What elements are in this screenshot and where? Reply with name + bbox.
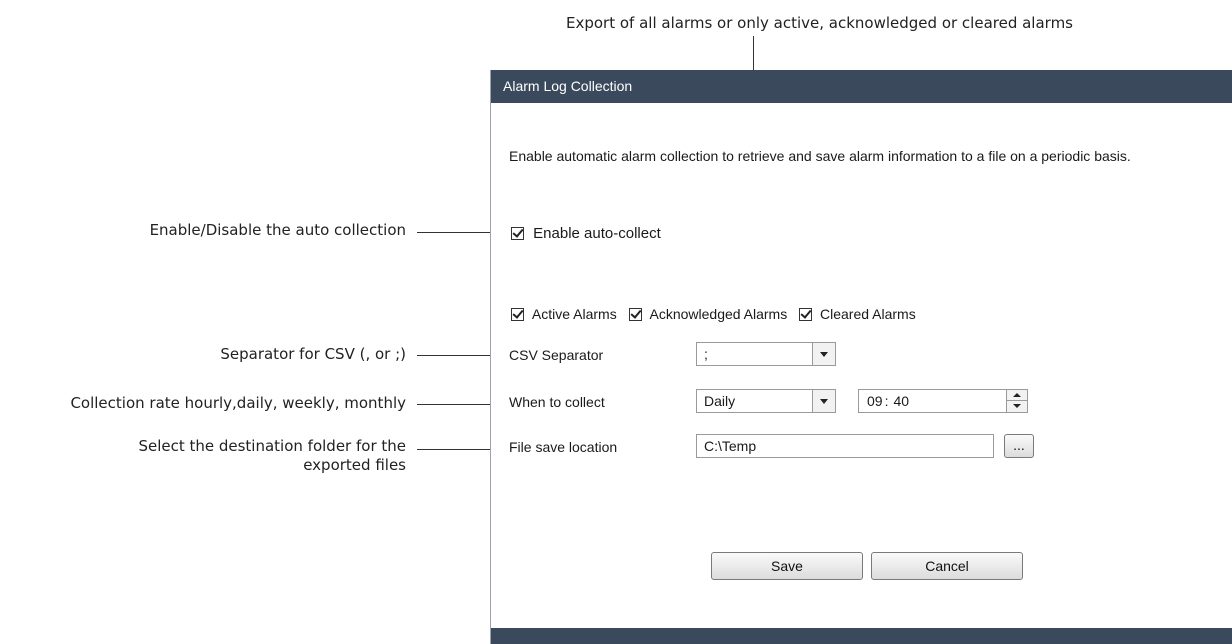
spin-up-icon[interactable] [1007,390,1027,401]
callout-destination-line1: Select the destination folder for the [138,437,406,455]
file-save-location-input[interactable]: C:\Temp [696,434,994,458]
csv-separator-select[interactable]: ; [696,342,836,366]
chevron-down-icon[interactable] [812,390,835,412]
when-to-collect-value: Daily [704,393,736,409]
csv-separator-label: CSV Separator [509,347,604,363]
browse-button[interactable]: ... [1004,434,1034,458]
filter-cleared-alarms[interactable]: Cleared Alarms [799,306,916,322]
time-separator: : [884,393,889,409]
panel-description: Enable automatic alarm collection to ret… [509,148,1131,164]
collect-time-input[interactable]: 09:40 [858,389,1028,413]
alarm-log-collection-panel: Alarm Log Collection Enable automatic al… [490,70,1232,644]
filter-acknowledged-alarms[interactable]: Acknowledged Alarms [628,306,792,322]
callout-export-filter: Export of all alarms or only active, ack… [566,14,1073,32]
callout-destination-line2: exported files [303,456,406,474]
checkbox-checked-icon[interactable] [628,308,642,321]
time-hour: 09 [867,393,883,409]
filter-acknowledged-label: Acknowledged Alarms [649,306,788,322]
panel-title: Alarm Log Collection [491,70,1232,103]
spin-down-icon[interactable] [1007,401,1027,412]
cancel-button[interactable]: Cancel [871,552,1023,580]
enable-auto-collect-label: Enable auto-collect [533,225,661,242]
alarm-filter-row: Active Alarms Acknowledged Alarms Cleare… [511,306,916,322]
checkbox-checked-icon[interactable] [511,227,524,240]
when-to-collect-select[interactable]: Daily [696,389,836,413]
callout-enable-toggle: Enable/Disable the auto collection [149,221,406,239]
time-spinner[interactable] [1006,390,1027,412]
filter-active-label: Active Alarms [531,306,617,322]
csv-separator-value: ; [704,346,708,362]
filter-cleared-label: Cleared Alarms [820,306,916,322]
callout-destination: Select the destination folder for the ex… [40,437,406,475]
when-to-collect-label: When to collect [509,394,605,410]
chevron-down-icon[interactable] [812,343,835,365]
time-minute: 40 [893,393,910,409]
panel-footer-bar [491,628,1232,644]
callout-rate: Collection rate hourly,daily, weekly, mo… [70,394,406,412]
save-button[interactable]: Save [711,552,863,580]
checkbox-checked-icon[interactable] [799,308,813,321]
callout-separator: Separator for CSV (, or ;) [220,345,406,363]
enable-auto-collect-checkbox[interactable]: Enable auto-collect [511,225,661,242]
filter-active-alarms[interactable]: Active Alarms [511,306,621,322]
checkbox-checked-icon[interactable] [511,308,524,321]
file-save-location-label: File save location [509,439,618,455]
